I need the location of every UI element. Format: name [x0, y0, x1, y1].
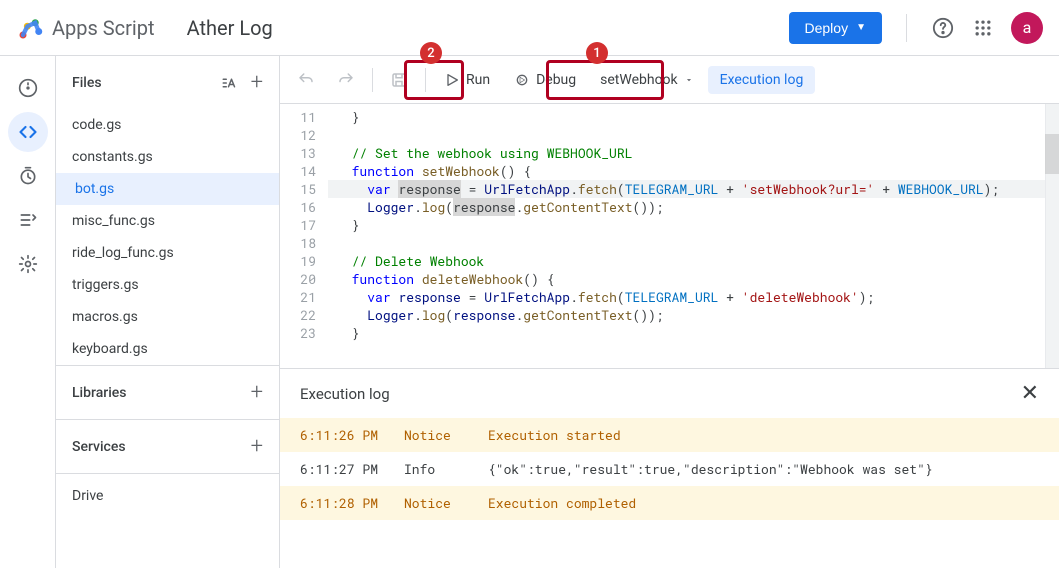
add-file-icon[interactable]: + — [251, 70, 263, 95]
undo-icon[interactable] — [288, 62, 324, 98]
add-library-icon[interactable]: + — [251, 380, 263, 405]
log-title: Execution log — [300, 385, 390, 403]
caret-down-icon — [684, 75, 694, 85]
execution-log-button[interactable]: Execution log — [708, 66, 816, 94]
main-panel: Run Debug setWebhook Execution log 2 1 1… — [280, 56, 1059, 568]
apps-script-logo-icon — [16, 14, 44, 42]
libraries-label: Libraries — [72, 385, 126, 401]
app-name: Apps Script — [52, 16, 155, 40]
services-label: Services — [72, 439, 126, 455]
file-item[interactable]: macros.gs — [56, 301, 279, 333]
debug-button[interactable]: Debug — [504, 66, 586, 94]
rail-triggers-icon[interactable] — [8, 156, 48, 196]
rail-overview-icon[interactable] — [8, 68, 48, 108]
file-item[interactable]: misc_func.gs — [56, 205, 279, 237]
files-section-header: Files + — [56, 56, 279, 109]
sort-icon[interactable] — [221, 74, 239, 92]
libraries-section-header: Libraries + — [56, 366, 279, 419]
logo[interactable]: Apps Script — [16, 14, 155, 42]
app-header: Apps Script Ather Log Deploy ▼ a — [0, 0, 1059, 56]
file-item[interactable]: bot.gs — [56, 173, 279, 205]
log-row: 6:11:27 PMInfo{"ok":true,"result":true,"… — [280, 452, 1059, 486]
rail-editor-icon[interactable] — [8, 112, 48, 152]
function-selected: setWebhook — [600, 72, 678, 88]
sidebar: Files + code.gsconstants.gsbot.gsmisc_fu… — [56, 56, 280, 568]
caret-down-icon: ▼ — [856, 22, 866, 33]
minimap[interactable] — [1045, 104, 1059, 368]
log-row: 6:11:28 PMNoticeExecution completed — [280, 486, 1059, 520]
project-name[interactable]: Ather Log — [187, 16, 273, 40]
log-rows: 6:11:26 PMNoticeExecution started6:11:27… — [280, 418, 1059, 520]
function-select[interactable]: setWebhook — [590, 66, 704, 94]
deploy-button[interactable]: Deploy ▼ — [789, 12, 883, 44]
drive-link[interactable]: Drive — [56, 474, 279, 518]
file-item[interactable]: triggers.gs — [56, 269, 279, 301]
rail-executions-icon[interactable] — [8, 200, 48, 240]
save-icon[interactable] — [381, 62, 417, 98]
redo-icon[interactable] — [328, 62, 364, 98]
code-content[interactable]: } // Set the webhook using WEBHOOK_URL f… — [328, 104, 1059, 368]
apps-grid-icon[interactable] — [971, 16, 995, 40]
run-label: Run — [466, 72, 490, 88]
file-item[interactable]: ride_log_func.gs — [56, 237, 279, 269]
add-service-icon[interactable]: + — [251, 434, 263, 459]
editor-toolbar: Run Debug setWebhook Execution log 2 1 — [280, 56, 1059, 104]
execution-log-panel: Execution log ✕ 6:11:26 PMNoticeExecutio… — [280, 368, 1059, 568]
nav-rail — [0, 56, 56, 568]
services-section-header: Services + — [56, 420, 279, 473]
help-icon[interactable] — [931, 16, 955, 40]
log-row: 6:11:26 PMNoticeExecution started — [280, 418, 1059, 452]
divider — [906, 14, 907, 42]
files-label: Files — [72, 75, 102, 91]
code-editor[interactable]: 11121314151617181920212223 } // Set the … — [280, 104, 1059, 368]
avatar[interactable]: a — [1011, 12, 1043, 44]
file-list: code.gsconstants.gsbot.gsmisc_func.gsrid… — [56, 109, 279, 365]
file-item[interactable]: constants.gs — [56, 141, 279, 173]
debug-label: Debug — [536, 72, 576, 88]
annotation-badge-2: 2 — [420, 42, 442, 64]
annotation-badge-1: 1 — [586, 42, 608, 64]
rail-settings-icon[interactable] — [8, 244, 48, 284]
close-icon[interactable]: ✕ — [1021, 381, 1039, 406]
file-item[interactable]: keyboard.gs — [56, 333, 279, 365]
file-item[interactable]: code.gs — [56, 109, 279, 141]
deploy-label: Deploy — [805, 20, 849, 36]
run-button[interactable]: Run — [434, 66, 500, 94]
line-gutter: 11121314151617181920212223 — [280, 104, 328, 368]
